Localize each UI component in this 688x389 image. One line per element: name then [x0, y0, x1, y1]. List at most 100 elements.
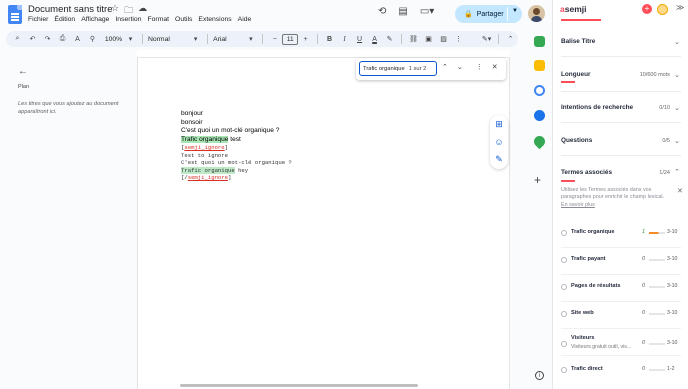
section-questions[interactable]: Questions — [561, 137, 592, 144]
editing-mode-icon[interactable]: ✎▾ — [480, 32, 493, 46]
keep-icon[interactable] — [534, 60, 545, 71]
section-termes-associes[interactable]: Termes associés — [561, 169, 612, 176]
redo-icon[interactable]: ↷ — [41, 32, 54, 46]
term-row[interactable]: Site web 0 3-10 — [553, 302, 688, 329]
term-progress-bar — [649, 369, 665, 371]
style-chevron-icon[interactable]: ▾ — [189, 32, 202, 46]
chevron-down-icon[interactable]: ⌄ — [674, 137, 680, 145]
share-dropdown-icon[interactable]: ▼ — [512, 8, 518, 14]
term-current: 0 — [642, 310, 645, 316]
history-icon[interactable]: ⟲ — [378, 6, 386, 17]
emoji-reaction-icon[interactable]: ☺ — [494, 137, 503, 147]
term-name: Pages de résultats — [571, 283, 621, 289]
horizontal-scrollbar[interactable] — [180, 384, 418, 387]
term-range: 3-10 — [667, 229, 678, 235]
meet-icon[interactable]: ▭▾ — [420, 6, 434, 17]
term-row[interactable]: Pages de résultats 0 3-10 — [553, 275, 688, 302]
collapse-panel-icon[interactable]: ≫ — [676, 3, 684, 12]
image-icon[interactable]: ▨ — [437, 32, 450, 46]
underline-icon[interactable]: U — [353, 32, 366, 46]
document-page[interactable] — [137, 50, 510, 389]
menu-aide[interactable]: Aide — [238, 16, 252, 23]
find-input[interactable]: Trafic organique 1 sur 2 — [359, 61, 437, 76]
term-row[interactable]: Trafic payant 0 3-10 — [553, 248, 688, 275]
spellcheck-icon[interactable]: A — [71, 32, 84, 46]
bold-icon[interactable]: B — [323, 32, 336, 46]
semji-user-icon[interactable] — [657, 4, 668, 15]
document-body[interactable]: bonjour bonsoir C'est quoi un mot-clé or… — [181, 110, 292, 181]
intentions-meta: 0/10 — [659, 105, 670, 111]
more-icon[interactable]: ⋮ — [452, 32, 465, 46]
font-size-input[interactable]: 11 — [282, 33, 299, 45]
term-progress-bar — [649, 259, 665, 261]
term-progress-bar — [649, 343, 665, 345]
termes-meta: 1/24 — [659, 170, 670, 176]
link-icon[interactable]: ⛓ — [407, 32, 420, 46]
back-arrow-icon[interactable]: ← — [18, 66, 28, 77]
find-previous-icon[interactable]: ⌃ — [442, 63, 448, 71]
term-row[interactable]: Trafic organique 1 3-10 — [553, 221, 688, 248]
document-title[interactable]: Document sans titre — [28, 4, 112, 15]
chevron-up-icon[interactable]: ⌃ — [674, 168, 680, 176]
zoom-chevron-icon[interactable]: ▾ — [124, 32, 137, 46]
menu-affichage[interactable]: Affichage — [81, 16, 109, 23]
paint-format-icon[interactable]: ⚲ — [86, 32, 99, 46]
section-longueur[interactable]: Longueur — [561, 71, 590, 78]
find-next-icon[interactable]: ⌄ — [457, 63, 463, 71]
font-select[interactable]: Arial — [213, 32, 242, 46]
docs-logo-icon[interactable] — [8, 5, 22, 24]
progress-indicator — [561, 180, 575, 182]
find-close-icon[interactable]: ✕ — [492, 63, 498, 71]
term-range: 3-10 — [667, 283, 678, 289]
menu-outils[interactable]: Outils — [175, 16, 192, 23]
contacts-icon[interactable] — [534, 110, 545, 121]
tasks-icon[interactable] — [534, 85, 545, 96]
info-icon[interactable]: i — [535, 371, 544, 380]
term-subtitle: Visiteurs gratuit outil, vis... — [571, 344, 632, 350]
suggest-edits-icon[interactable]: ✎ — [495, 154, 503, 165]
menu-fichier[interactable]: Fichier — [28, 16, 48, 23]
semji-panel: asemji + ≫ Balise Titre ⌄ Longueur 10/60… — [552, 0, 688, 389]
horizontal-ruler[interactable] — [137, 50, 510, 58]
font-chevron-icon[interactable]: ▾ — [244, 32, 257, 46]
hide-menus-icon[interactable]: ⌃ — [504, 32, 517, 46]
term-current: 0 — [642, 256, 645, 262]
undo-icon[interactable]: ↶ — [26, 32, 39, 46]
semji-active-tab-indicator — [561, 19, 601, 21]
find-options-icon[interactable]: ⋮ — [476, 63, 483, 71]
menu-format[interactable]: Format — [148, 16, 170, 23]
learn-more-link[interactable]: En savoir plus — [561, 202, 595, 208]
style-select[interactable]: Normal — [148, 32, 187, 46]
add-comment-float-icon[interactable]: ⊞ — [495, 119, 503, 130]
text-color-icon[interactable]: A — [368, 32, 381, 46]
highlight-icon[interactable]: ✎ — [383, 32, 396, 46]
avatar[interactable] — [528, 5, 545, 22]
chevron-down-icon[interactable]: ⌄ — [674, 104, 680, 112]
add-comment-icon[interactable]: ▣ — [422, 32, 435, 46]
maps-icon[interactable] — [531, 133, 548, 150]
menu-extensions[interactable]: Extensions — [198, 16, 231, 23]
zoom-select[interactable]: 100% — [105, 32, 122, 46]
italic-icon[interactable]: I — [338, 32, 351, 46]
status-circle-icon — [561, 311, 567, 317]
term-current: 0 — [642, 366, 645, 372]
term-row[interactable]: Visiteurs Visiteurs gratuit outil, vis..… — [553, 329, 688, 356]
search-menus-icon[interactable]: ⌕ — [11, 32, 24, 46]
menu-insertion[interactable]: Insertion — [115, 16, 141, 23]
term-row[interactable]: Trafic direct 0 1-2 — [553, 358, 688, 385]
comments-icon[interactable]: ▤ — [398, 6, 407, 17]
close-hint-icon[interactable]: ✕ — [677, 187, 683, 195]
print-icon[interactable]: ⎙ — [56, 32, 69, 46]
section-intentions[interactable]: Intentions de recherche — [561, 104, 633, 111]
chevron-down-icon[interactable]: ⌄ — [674, 71, 680, 79]
chevron-down-icon[interactable]: ⌄ — [674, 38, 680, 46]
get-addons-icon[interactable]: + — [534, 173, 541, 187]
decrease-font-icon[interactable]: − — [268, 32, 281, 46]
sheets-icon[interactable] — [534, 36, 545, 47]
menu-edition[interactable]: Édition — [54, 16, 75, 23]
code-line: Test to ignore — [181, 151, 228, 159]
increase-font-icon[interactable]: + — [299, 32, 312, 46]
section-balise-titre[interactable]: Balise Titre — [561, 38, 595, 45]
semji-add-icon[interactable]: + — [642, 4, 652, 14]
share-button[interactable]: 🔒 Partager ▼ — [455, 5, 522, 23]
